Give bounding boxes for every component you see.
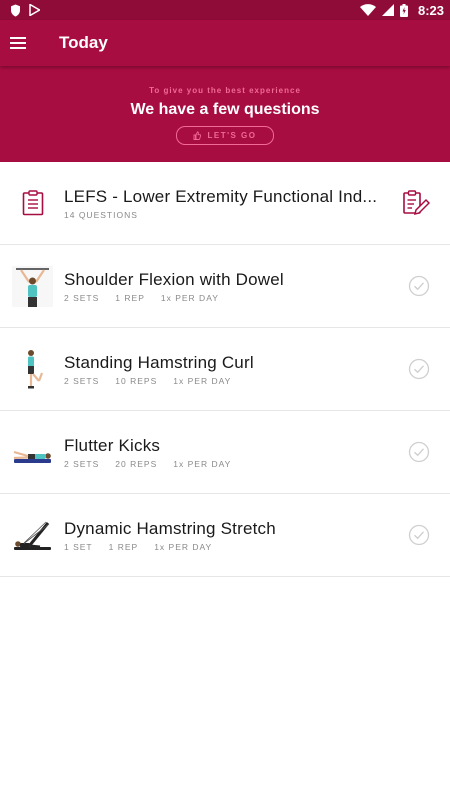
status-time: 8:23 bbox=[417, 2, 444, 18]
menu-button[interactable] bbox=[0, 20, 36, 66]
exercise-complete-toggle[interactable] bbox=[408, 524, 430, 546]
wifi-icon bbox=[359, 4, 376, 16]
exercise-thumb bbox=[12, 432, 53, 473]
exercise-row[interactable]: Shoulder Flexion with Dowel 2 SETS 1 REP… bbox=[0, 245, 450, 328]
play-store-icon bbox=[29, 4, 40, 16]
exercise-sets: 1 SET bbox=[64, 541, 93, 552]
menu-icon[interactable] bbox=[10, 37, 26, 49]
app-bar: Today bbox=[0, 20, 450, 66]
exercise-row[interactable]: Dynamic Hamstring Stretch 1 SET 1 REP 1x… bbox=[0, 494, 450, 577]
exercise-thumb bbox=[12, 515, 53, 556]
exercise-title: Dynamic Hamstring Stretch bbox=[64, 518, 276, 538]
questionnaire-count: 14 QUESTIONS bbox=[64, 209, 138, 220]
exercise-frequency: 1x PER DAY bbox=[160, 292, 219, 303]
exercise-frequency: 1x PER DAY bbox=[154, 541, 213, 552]
exercise-reps: 20 REPS bbox=[115, 458, 158, 469]
page-title: Today bbox=[59, 33, 108, 52]
exercise-row[interactable]: Standing Hamstring Curl 2 SETS 10 REPS 1… bbox=[0, 328, 450, 411]
exercise-complete-toggle[interactable] bbox=[408, 358, 430, 380]
check-circle-icon[interactable] bbox=[408, 275, 430, 297]
exercise-thumb bbox=[12, 265, 53, 307]
questionnaire-title: LEFS - Lower Extremity Functional Ind... bbox=[64, 186, 378, 206]
clipboard-edit-icon[interactable] bbox=[402, 189, 430, 217]
today-list: LEFS - Lower Extremity Functional Ind...… bbox=[0, 162, 450, 577]
status-bar: 8:23 bbox=[0, 0, 450, 20]
check-circle-icon[interactable] bbox=[408, 524, 430, 546]
exercise-title: Flutter Kicks bbox=[64, 435, 161, 455]
check-circle-icon[interactable] bbox=[408, 441, 430, 463]
exercise-frequency: 1x PER DAY bbox=[173, 458, 232, 469]
exercise-frequency: 1x PER DAY bbox=[173, 375, 232, 386]
exercise-reps: 1 REP bbox=[108, 541, 139, 552]
exercise-sets: 2 SETS bbox=[64, 375, 100, 386]
check-circle-icon[interactable] bbox=[408, 358, 430, 380]
exercise-row[interactable]: Flutter Kicks 2 SETS 20 REPS 1x PER DAY bbox=[0, 411, 450, 494]
clipboard-icon bbox=[22, 190, 44, 216]
battery-icon bbox=[399, 3, 408, 17]
exercise-reps: 10 REPS bbox=[115, 375, 158, 386]
lets-go-label: LET'S GO bbox=[207, 131, 257, 140]
questionnaire-action[interactable] bbox=[402, 189, 430, 217]
exercise-title: Standing Hamstring Curl bbox=[64, 352, 254, 372]
questions-banner: To give you the best experience We have … bbox=[0, 66, 450, 162]
exercise-title: Shoulder Flexion with Dowel bbox=[64, 269, 284, 289]
exercise-complete-toggle[interactable] bbox=[408, 441, 430, 463]
exercise-sets: 2 SETS bbox=[64, 292, 100, 303]
signal-icon bbox=[381, 4, 394, 16]
exercise-reps: 1 REP bbox=[115, 292, 145, 303]
exercise-sets: 2 SETS bbox=[64, 458, 100, 469]
banner-title: We have a few questions bbox=[130, 101, 320, 118]
shield-icon bbox=[10, 4, 21, 17]
banner-subtitle: To give you the best experience bbox=[149, 86, 301, 95]
exercise-thumb bbox=[12, 349, 53, 390]
questionnaire-thumb bbox=[12, 183, 53, 224]
questionnaire-row[interactable]: LEFS - Lower Extremity Functional Ind...… bbox=[0, 162, 450, 245]
exercise-complete-toggle[interactable] bbox=[408, 275, 430, 297]
lets-go-button[interactable]: LET'S GO bbox=[176, 126, 274, 145]
thumbs-up-icon bbox=[193, 131, 202, 140]
